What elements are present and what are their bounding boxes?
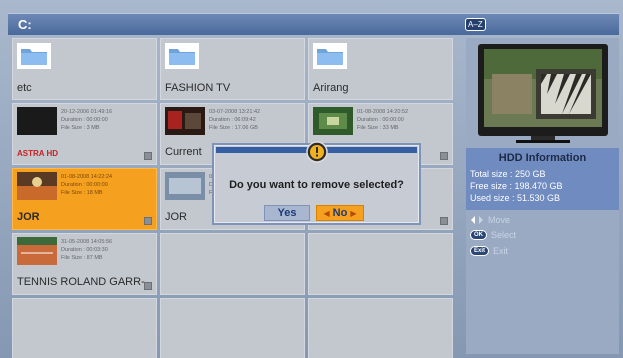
folder-icon bbox=[165, 43, 199, 69]
recording-duration: Duration : 00:00:00 bbox=[61, 182, 108, 188]
recording-date: 01-08-2008 14:20:52 bbox=[357, 109, 409, 115]
help-select-label: Select bbox=[491, 230, 517, 240]
select-checkbox[interactable] bbox=[144, 217, 152, 225]
no-button[interactable]: ◀ No ▶ bbox=[316, 205, 364, 221]
folder-icon bbox=[17, 43, 51, 69]
recording-name: TENNIS ROLAND GARR- bbox=[17, 276, 145, 288]
help-select: OK Select bbox=[470, 230, 516, 240]
recording-meta: 20-12-2006 01:49:16 Duration : 00:00:00 … bbox=[61, 108, 112, 132]
recording-name: JOR bbox=[17, 211, 40, 223]
select-checkbox[interactable] bbox=[144, 282, 152, 290]
recording-filesize: File Size : 17.06 GB bbox=[209, 125, 258, 131]
empty-cell bbox=[12, 298, 157, 358]
folder-icon bbox=[313, 43, 347, 69]
recording-date: 20-12-2006 01:49:16 bbox=[61, 109, 113, 115]
recording-meta: 01-08-2008 14:22:24 Duration : 00:00:00 … bbox=[61, 173, 112, 197]
folder-item-etc[interactable]: etc bbox=[12, 38, 157, 100]
drive-label: C: bbox=[18, 17, 32, 32]
ok-key-icon: OK bbox=[470, 230, 487, 240]
folder-item-arirang[interactable]: Arirang bbox=[308, 38, 453, 100]
recording-date: 31-05-2008 14:05:56 bbox=[61, 239, 113, 245]
recording-filesize: File Size : 18 MB bbox=[61, 190, 103, 196]
warning-icon bbox=[306, 141, 328, 163]
recording-item-astra-hd[interactable]: 20-12-2006 01:49:16 Duration : 00:00:00 … bbox=[12, 103, 157, 165]
help-move-label: Move bbox=[488, 215, 511, 225]
recording-duration: Duration : 00:00:00 bbox=[357, 117, 404, 123]
select-checkbox[interactable] bbox=[440, 152, 448, 160]
pvr-file-browser: C: A–Z etc FASHION TV Arirang 20-12-2006… bbox=[0, 0, 623, 358]
recording-thumbnail bbox=[165, 107, 205, 135]
folder-name: FASHION TV bbox=[165, 82, 231, 94]
hdd-free-size: Free size : 198.470 GB bbox=[470, 181, 563, 191]
recording-duration: Duration : 00:00:00 bbox=[61, 117, 108, 123]
recording-filesize: File Size : 3 MB bbox=[61, 125, 100, 131]
recording-name: Current bbox=[165, 146, 202, 158]
select-checkbox[interactable] bbox=[440, 217, 448, 225]
recording-thumbnail bbox=[17, 107, 57, 135]
tv-preview bbox=[478, 44, 608, 143]
left-arrow-icon: ◀ bbox=[323, 209, 330, 218]
recording-name: JOR bbox=[165, 211, 187, 223]
hdd-used-size: Used size : 51.530 GB bbox=[470, 193, 561, 203]
empty-cell bbox=[160, 298, 305, 358]
recording-meta: 01-08-2008 14:20:52 Duration : 00:00:00 … bbox=[357, 108, 408, 132]
empty-cell bbox=[308, 298, 453, 358]
dpad-arrows-icon bbox=[471, 216, 483, 224]
recording-name: ASTRA HD bbox=[17, 149, 59, 158]
recording-filesize: File Size : 87 MB bbox=[61, 255, 103, 261]
recording-date: 03-07-2008 13:21:42 bbox=[209, 109, 261, 115]
recording-thumbnail bbox=[313, 107, 353, 135]
help-move: Move bbox=[470, 214, 510, 226]
recording-duration: Duration : 00:03:30 bbox=[61, 247, 108, 253]
no-button-label: No bbox=[332, 207, 348, 219]
recording-filesize: File Size : 33 MB bbox=[357, 125, 399, 131]
exit-key-icon: Exit bbox=[470, 246, 490, 256]
hdd-info-title: HDD Information bbox=[498, 152, 587, 164]
sort-az-badge[interactable]: A–Z bbox=[465, 18, 486, 31]
help-exit-label: Exit bbox=[493, 246, 509, 256]
help-exit: Exit Exit bbox=[470, 246, 508, 256]
info-panel: HDD Information Total size : 250 GB Free… bbox=[466, 38, 619, 354]
folder-name: Arirang bbox=[313, 82, 349, 94]
recording-duration: Duration : 06:09:42 bbox=[209, 117, 256, 123]
hdd-info-box: HDD Information Total size : 250 GB Free… bbox=[466, 148, 619, 210]
recording-thumbnail bbox=[17, 237, 57, 265]
empty-cell bbox=[308, 233, 453, 295]
confirm-remove-dialog: Do you want to remove selected? Yes ◀ No… bbox=[212, 141, 421, 225]
recording-meta: 31-05-2008 14:05:56 Duration : 00:03:30 … bbox=[61, 238, 112, 262]
right-arrow-icon: ▶ bbox=[350, 209, 357, 218]
recording-item-jor-selected[interactable]: 01-08-2008 14:22:24 Duration : 00:00:00 … bbox=[12, 168, 157, 230]
recording-date: 01-08-2008 14:22:24 bbox=[61, 174, 113, 180]
dialog-question: Do you want to remove selected? bbox=[229, 179, 404, 191]
select-checkbox[interactable] bbox=[144, 152, 152, 160]
folder-item-fashion-tv[interactable]: FASHION TV bbox=[160, 38, 305, 100]
recording-item-tennis[interactable]: 31-05-2008 14:05:56 Duration : 00:03:30 … bbox=[12, 233, 157, 295]
hdd-total-size: Total size : 250 GB bbox=[470, 169, 546, 179]
empty-cell bbox=[160, 233, 305, 295]
yes-button[interactable]: Yes bbox=[264, 205, 310, 221]
recording-thumbnail bbox=[165, 172, 205, 200]
title-bar: C: A–Z bbox=[8, 13, 619, 35]
recording-meta: 03-07-2008 13:21:42 Duration : 06:09:42 … bbox=[209, 108, 260, 132]
recording-thumbnail bbox=[17, 172, 57, 200]
folder-name: etc bbox=[17, 82, 32, 94]
